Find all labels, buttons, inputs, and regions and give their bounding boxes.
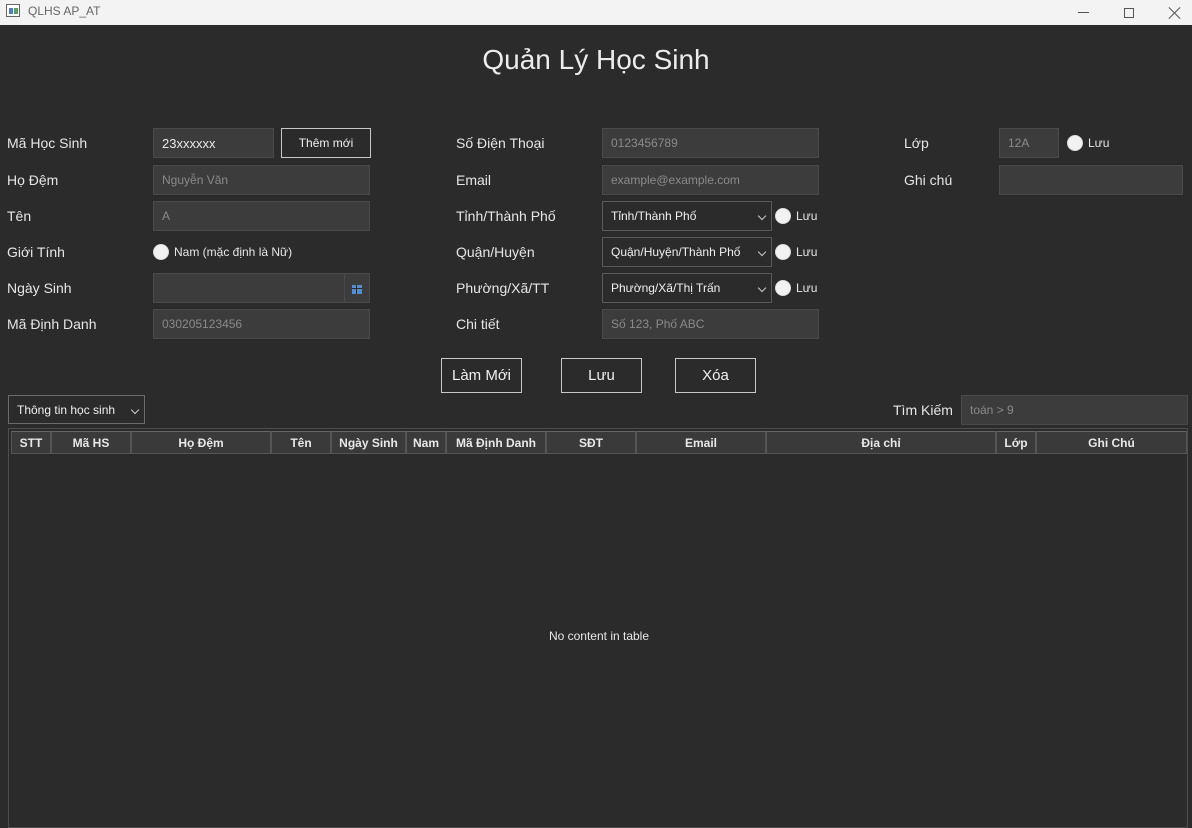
lop-luu-label: Lưu [1088,136,1110,150]
ghi-chu-input[interactable] [999,165,1183,195]
tinh-luu-label: Lưu [796,209,818,223]
table-header: STT Mã HS Họ Đệm Tên Ngày Sinh Nam Mã Đị… [11,431,1187,454]
column-header-ma-dinh-danh[interactable]: Mã Định Danh [446,431,546,454]
quan-select-value: Quận/Huyện/Thành Phố [611,245,741,259]
chevron-down-icon [130,405,140,415]
minimize-button[interactable] [1060,0,1106,25]
lam-moi-button[interactable]: Làm Mới [441,358,522,393]
view-select-value: Thông tin học sinh [17,403,116,417]
phuong-select[interactable]: Phường/Xã/Thị Trấn [602,273,772,303]
search-label: Tìm Kiếm [893,402,953,418]
column-header-ho-dem[interactable]: Họ Đệm [131,431,271,454]
table-empty-message: No content in table [548,629,650,643]
chevron-down-icon [757,247,767,257]
column-header-ma-hs[interactable]: Mã HS [51,431,131,454]
search-input[interactable]: toán > 9 [961,395,1188,425]
gioi-tinh-label: Giới Tính [7,244,65,260]
calendar-icon[interactable] [352,285,362,294]
ma-hoc-sinh-input[interactable]: 23xxxxxx [153,128,274,158]
close-button[interactable] [1152,0,1192,25]
ma-dinh-danh-label: Mã Định Danh [7,316,97,332]
ngay-sinh-picker[interactable] [153,273,370,303]
phuong-select-value: Phường/Xã/Thị Trấn [611,281,721,295]
view-select[interactable]: Thông tin học sinh [8,395,145,424]
app-icon [6,4,20,17]
quan-label: Quận/Huyện [456,244,535,260]
chi-tiet-label: Chi tiết [456,316,500,332]
tinh-label: Tỉnh/Thành Phố [456,208,556,224]
students-table[interactable]: STT Mã HS Họ Đệm Tên Ngày Sinh Nam Mã Đị… [8,428,1188,828]
column-header-stt[interactable]: STT [11,431,51,454]
column-header-email[interactable]: Email [636,431,766,454]
tinh-luu-radio[interactable] [775,208,791,224]
column-header-dia-chi[interactable]: Địa chỉ [766,431,996,454]
quan-select[interactable]: Quận/Huyện/Thành Phố [602,237,772,267]
close-icon [1169,7,1181,19]
ho-dem-label: Họ Đệm [7,172,59,188]
ngay-sinh-label: Ngày Sinh [7,280,72,296]
tinh-select[interactable]: Tỉnh/Thành Phố [602,201,772,231]
page-title: Quản Lý Học Sinh [482,44,710,75]
date-separator [344,274,345,302]
maximize-icon [1124,7,1134,18]
column-header-nam[interactable]: Nam [406,431,446,454]
email-input[interactable]: example@example.com [602,165,819,195]
window-title: QLHS AP_AT [28,4,101,18]
phuong-luu-label: Lưu [796,281,818,295]
column-header-lop[interactable]: Lớp [996,431,1036,454]
ma-dinh-danh-input[interactable]: 030205123456 [153,309,370,339]
lop-input[interactable]: 12A [999,128,1059,158]
gioi-tinh-nam-label: Nam (mặc định là Nữ) [174,245,293,259]
lop-label: Lớp [904,135,929,151]
column-header-ghi-chu[interactable]: Ghi Chú [1036,431,1187,454]
column-header-sdt[interactable]: SĐT [546,431,636,454]
phuong-luu-radio[interactable] [775,280,791,296]
minimize-icon [1077,12,1089,13]
sdt-label: Số Điện Thoại [456,135,545,151]
ghi-chu-label: Ghi chú [904,172,953,188]
email-label: Email [456,172,492,188]
maximize-button[interactable] [1106,0,1152,25]
ten-label: Tên [7,208,32,224]
column-header-ten[interactable]: Tên [271,431,331,454]
quan-luu-radio[interactable] [775,244,791,260]
phuong-label: Phường/Xã/TT [456,280,550,296]
column-header-ngay-sinh[interactable]: Ngày Sinh [331,431,406,454]
ma-hoc-sinh-label: Mã Học Sinh [7,135,88,151]
luu-button[interactable]: Lưu [561,358,642,393]
title-bar: QLHS AP_AT [0,0,1192,25]
chevron-down-icon [757,283,767,293]
sdt-input[interactable]: 0123456789 [602,128,819,158]
ho-dem-input[interactable]: Nguyễn Văn [153,165,370,195]
xoa-button[interactable]: Xóa [675,358,756,393]
chi-tiet-input[interactable]: Số 123, Phố ABC [602,309,819,339]
quan-luu-label: Lưu [796,245,818,259]
chevron-down-icon [757,211,767,221]
gioi-tinh-nam-radio[interactable] [153,244,169,260]
them-moi-button[interactable]: Thêm mới [281,128,371,158]
tinh-select-value: Tỉnh/Thành Phố [611,209,697,223]
ten-input[interactable]: A [153,201,370,231]
lop-luu-radio[interactable] [1067,135,1083,151]
